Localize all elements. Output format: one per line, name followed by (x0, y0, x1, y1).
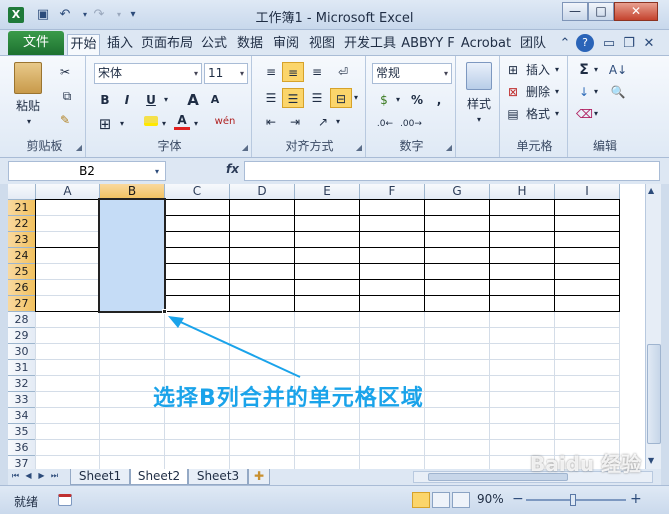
annotation-arrow (168, 316, 301, 378)
watermark-logo: Baidu 经验 (530, 452, 642, 476)
annotation-text: 选择B列合并的单元格区域 (153, 386, 424, 411)
arrow-line (173, 318, 301, 378)
